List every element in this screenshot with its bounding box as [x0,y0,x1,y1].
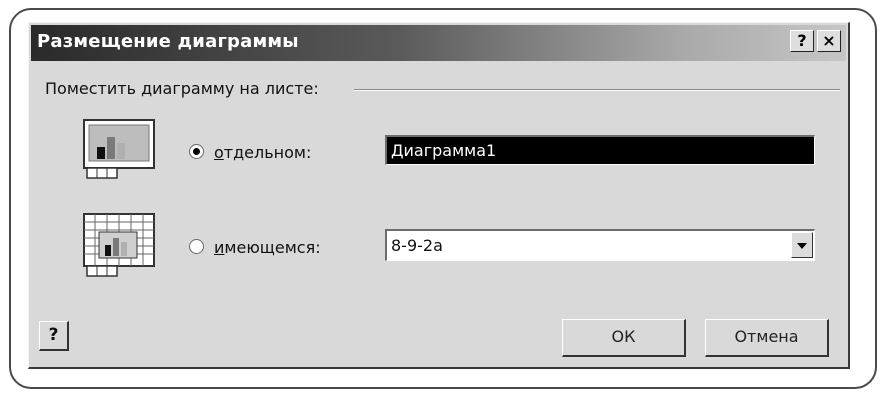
new-sheet-name-input[interactable]: Диаграмма1 [385,135,815,165]
group-label: Поместить диаграмму на листе: [45,79,319,98]
dialog-title: Размещение диаграммы [37,31,299,52]
group-separator [354,89,840,91]
close-button[interactable]: × [817,30,841,52]
ok-button[interactable]: ОК [562,319,686,357]
chart-location-dialog: Размещение диаграммы ? × Поместить диагр… [28,22,850,369]
embedded-chart-icon [83,213,155,277]
titlebar-help-button[interactable]: ? [790,30,814,52]
chevron-down-icon[interactable] [791,232,813,258]
cancel-button[interactable]: Отмена [705,319,829,357]
selected-sheet-value: 8-9-2a [391,236,443,255]
existing-sheet-radio[interactable] [189,239,204,254]
new-sheet-label[interactable]: отдельном: [214,143,311,162]
existing-sheet-select[interactable]: 8-9-2a [385,229,815,261]
title-bar: Размещение диаграммы ? × [31,25,846,61]
new-sheet-radio[interactable] [189,144,204,159]
existing-sheet-label[interactable]: имеющемся: [214,238,321,257]
help-button[interactable]: ? [39,321,69,351]
chart-sheet-icon [83,119,155,179]
